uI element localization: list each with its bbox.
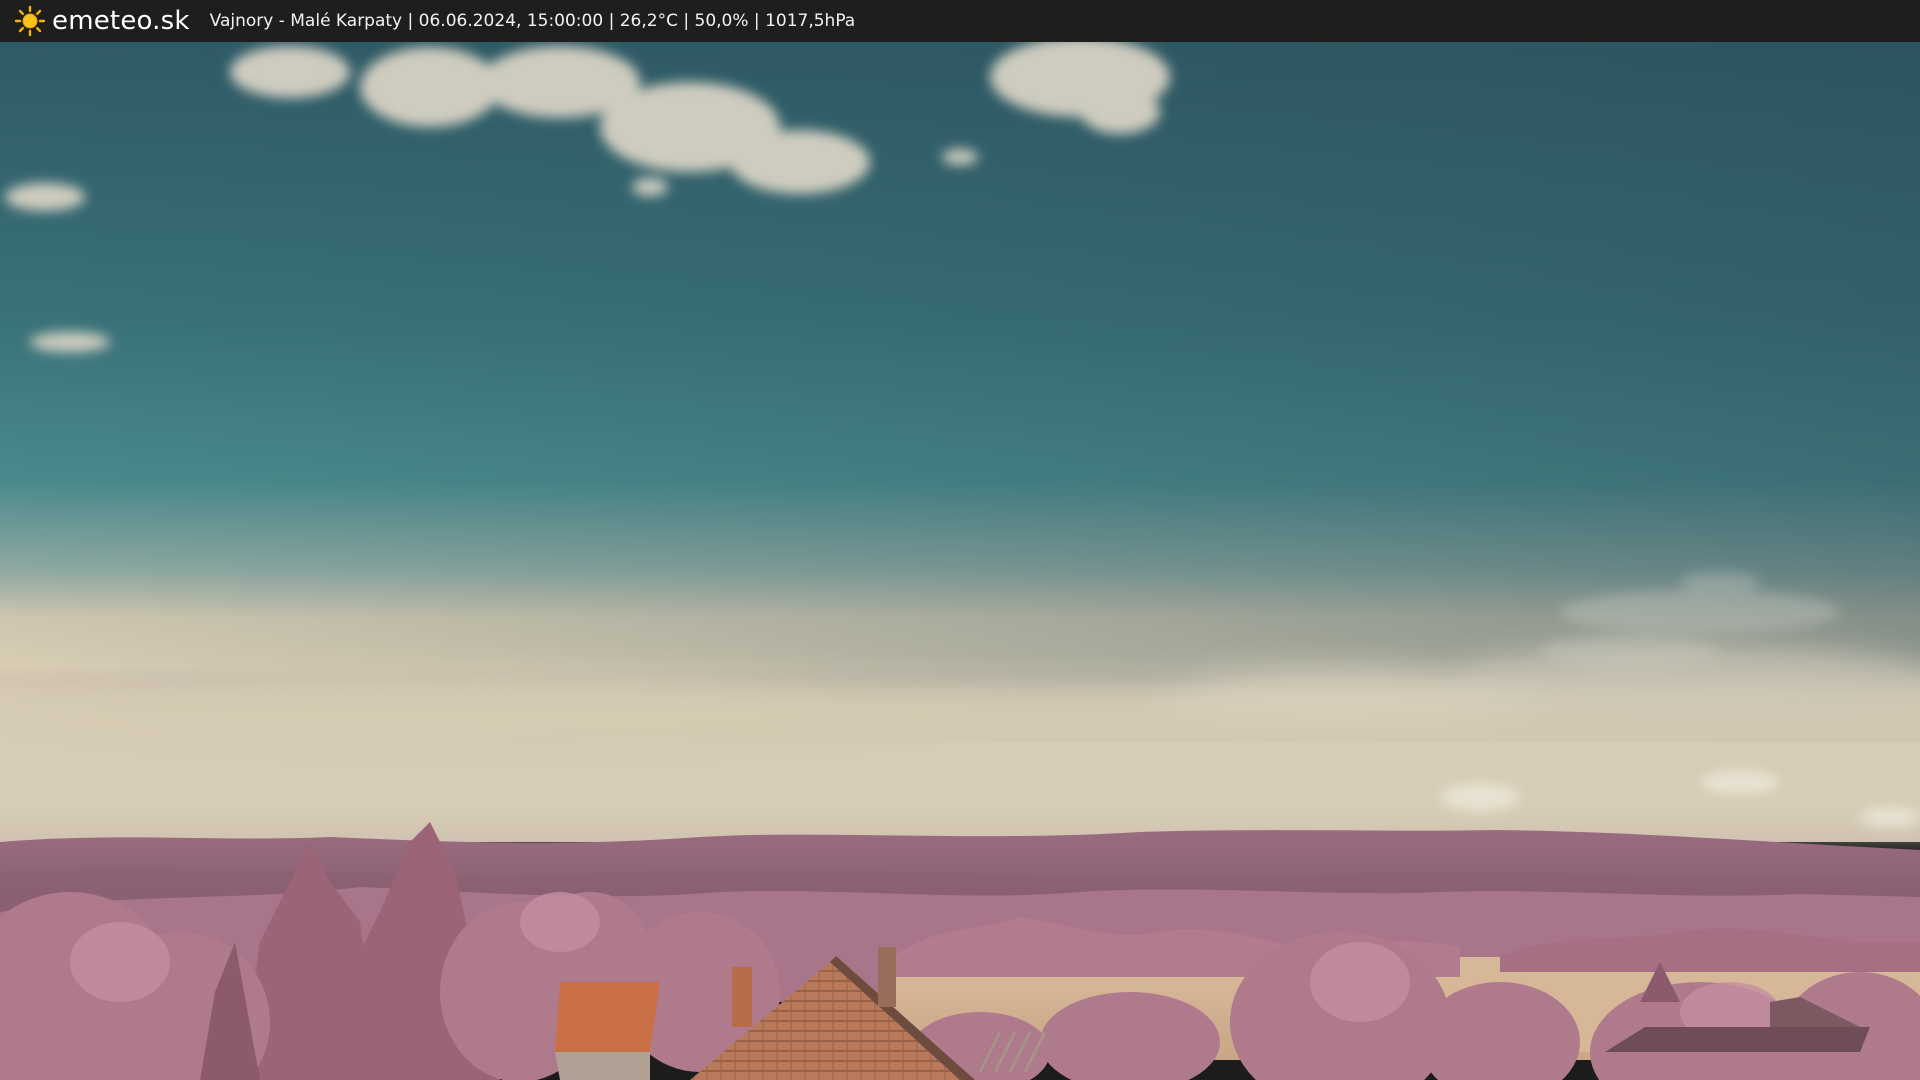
webcam-image [0, 42, 1920, 1080]
brand-name: emeteo.sk [52, 6, 190, 36]
temperature-value: 26,2°C [619, 11, 678, 31]
timestamp: 06.06.2024, 15:00:00 [418, 11, 604, 31]
pressure-value: 1017,5hPa [765, 11, 856, 31]
separator: | [748, 11, 766, 31]
humidity-value: 50,0% [694, 11, 749, 31]
location-name: Vajnory - Malé Karpaty [209, 11, 403, 31]
sun-icon [14, 5, 46, 37]
station-readout: Vajnory - Malé Karpaty | 06.06.2024, 15:… [210, 0, 856, 42]
separator: | [677, 11, 695, 31]
webcam-info-bar: emeteo.sk Vajnory - Malé Karpaty | 06.06… [0, 0, 1920, 42]
separator: | [402, 11, 419, 31]
emeteo-logo[interactable]: emeteo.sk [14, 0, 190, 42]
separator: | [603, 11, 620, 31]
